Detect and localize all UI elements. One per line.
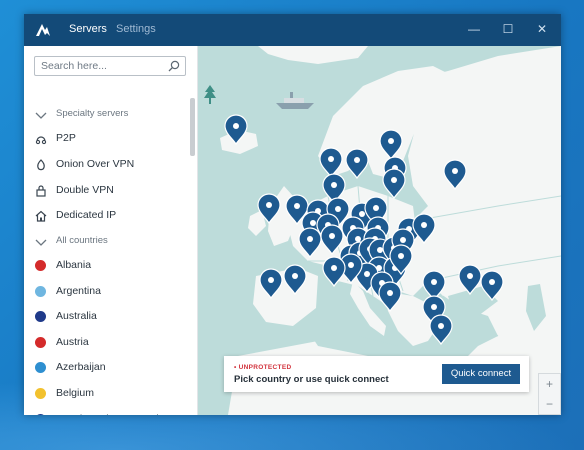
server-sidebar: Search here... Specialty servers P2P Oni… — [24, 46, 198, 415]
sidebar-item-country[interactable]: Albania — [24, 255, 190, 277]
close-button[interactable]: ✕ — [535, 22, 549, 36]
sidebar-item-double-vpn[interactable]: Double VPN — [24, 180, 190, 202]
server-pin-icon[interactable] — [322, 256, 346, 288]
lock-icon — [36, 185, 46, 197]
country-flag-icon — [35, 260, 46, 271]
server-pin-icon[interactable] — [259, 268, 283, 300]
all-countries-label: All countries — [56, 235, 108, 246]
sidebar-item-p2p[interactable]: P2P — [24, 128, 190, 150]
sidebar-item-dedicated-ip[interactable]: Dedicated IP — [24, 205, 190, 227]
server-pin-icon[interactable] — [429, 314, 453, 346]
sidebar-item-label: Double VPN — [56, 184, 114, 196]
sidebar-item-label: Azerbaijan — [56, 361, 106, 374]
sidebar-item-country[interactable]: Argentina — [24, 281, 190, 303]
country-flag-icon — [35, 285, 46, 297]
chevron-down-icon — [35, 112, 47, 119]
server-pin-icon[interactable] — [458, 264, 482, 296]
all-countries-header[interactable]: All countries — [24, 231, 190, 253]
sidebar-item-label: Dedicated IP — [56, 209, 117, 221]
status-badge: • UNPROTECTED — [234, 364, 292, 371]
sidebar-item-country[interactable]: Australia — [24, 306, 190, 328]
server-pin-icon[interactable] — [382, 168, 406, 200]
server-pin-icon[interactable] — [480, 270, 504, 302]
minimize-button[interactable]: — — [467, 22, 481, 36]
server-pin-icon[interactable] — [379, 129, 403, 161]
p2p-icon — [35, 136, 47, 145]
sidebar-item-label: Argentina — [56, 284, 101, 297]
sidebar-item-country[interactable]: Azerbaijan — [24, 357, 190, 379]
nordvpn-window: Servers Settings — ☐ ✕ Search here... Sp… — [24, 14, 561, 415]
quick-connect-button[interactable]: Quick connect — [442, 364, 520, 384]
nordvpn-logo-icon — [36, 24, 50, 36]
server-pin-icon[interactable] — [319, 147, 343, 179]
server-pin-icon[interactable] — [378, 281, 402, 313]
sidebar-scrollbar[interactable] — [190, 98, 195, 156]
server-pin-icon[interactable] — [345, 148, 369, 180]
country-flag-icon — [35, 362, 46, 374]
server-pin-icon[interactable] — [224, 114, 248, 146]
search-input[interactable]: Search here... — [34, 56, 186, 76]
server-pin-icon[interactable] — [298, 227, 322, 259]
maximize-button[interactable]: ☐ — [501, 22, 515, 36]
search-placeholder: Search here... — [41, 60, 107, 72]
specialty-servers-header[interactable]: Specialty servers — [24, 104, 190, 126]
sidebar-item-label: Bosnia and Herzegovina — [56, 413, 170, 415]
house-icon — [35, 210, 47, 222]
zoom-out-button[interactable]: − — [539, 394, 560, 414]
title-bar: Servers Settings — ☐ ✕ — [24, 14, 561, 46]
sidebar-item-country[interactable]: Austria — [24, 332, 190, 354]
onion-icon — [37, 159, 45, 171]
sidebar-item-country[interactable]: Bosnia and Herzegovina — [24, 409, 190, 415]
country-flag-icon — [35, 311, 46, 323]
specialty-servers-label: Specialty servers — [56, 108, 129, 119]
tab-servers[interactable]: Servers — [69, 23, 107, 35]
zoom-in-button[interactable]: + — [539, 374, 560, 394]
sidebar-item-label: Belgium — [56, 387, 94, 399]
server-pin-icon[interactable] — [320, 224, 344, 256]
sidebar-item-label: P2P — [56, 132, 76, 144]
server-pin-icon[interactable] — [443, 159, 467, 191]
tab-settings[interactable]: Settings — [116, 23, 156, 35]
sidebar-item-label: Albania — [56, 259, 92, 271]
connection-status-panel: • UNPROTECTED Pick country or use quick … — [224, 356, 529, 392]
server-pin-icon[interactable] — [257, 193, 281, 225]
country-flag-icon — [35, 336, 46, 348]
sidebar-item-label: Austria — [56, 335, 89, 348]
zoom-control: + − — [538, 373, 561, 415]
chevron-down-icon — [35, 239, 47, 246]
status-message: Pick country or use quick connect — [234, 374, 389, 385]
sidebar-item-label: Australia — [56, 310, 97, 323]
country-flag-icon — [35, 388, 46, 399]
sidebar-item-onion-over-vpn[interactable]: Onion Over VPN — [24, 154, 190, 176]
sidebar-item-country[interactable]: Belgium — [24, 383, 190, 405]
server-pin-icon[interactable] — [283, 264, 307, 296]
country-flag-icon — [35, 413, 46, 415]
search-icon[interactable] — [168, 60, 180, 72]
sidebar-item-label: Onion Over VPN — [56, 158, 135, 170]
